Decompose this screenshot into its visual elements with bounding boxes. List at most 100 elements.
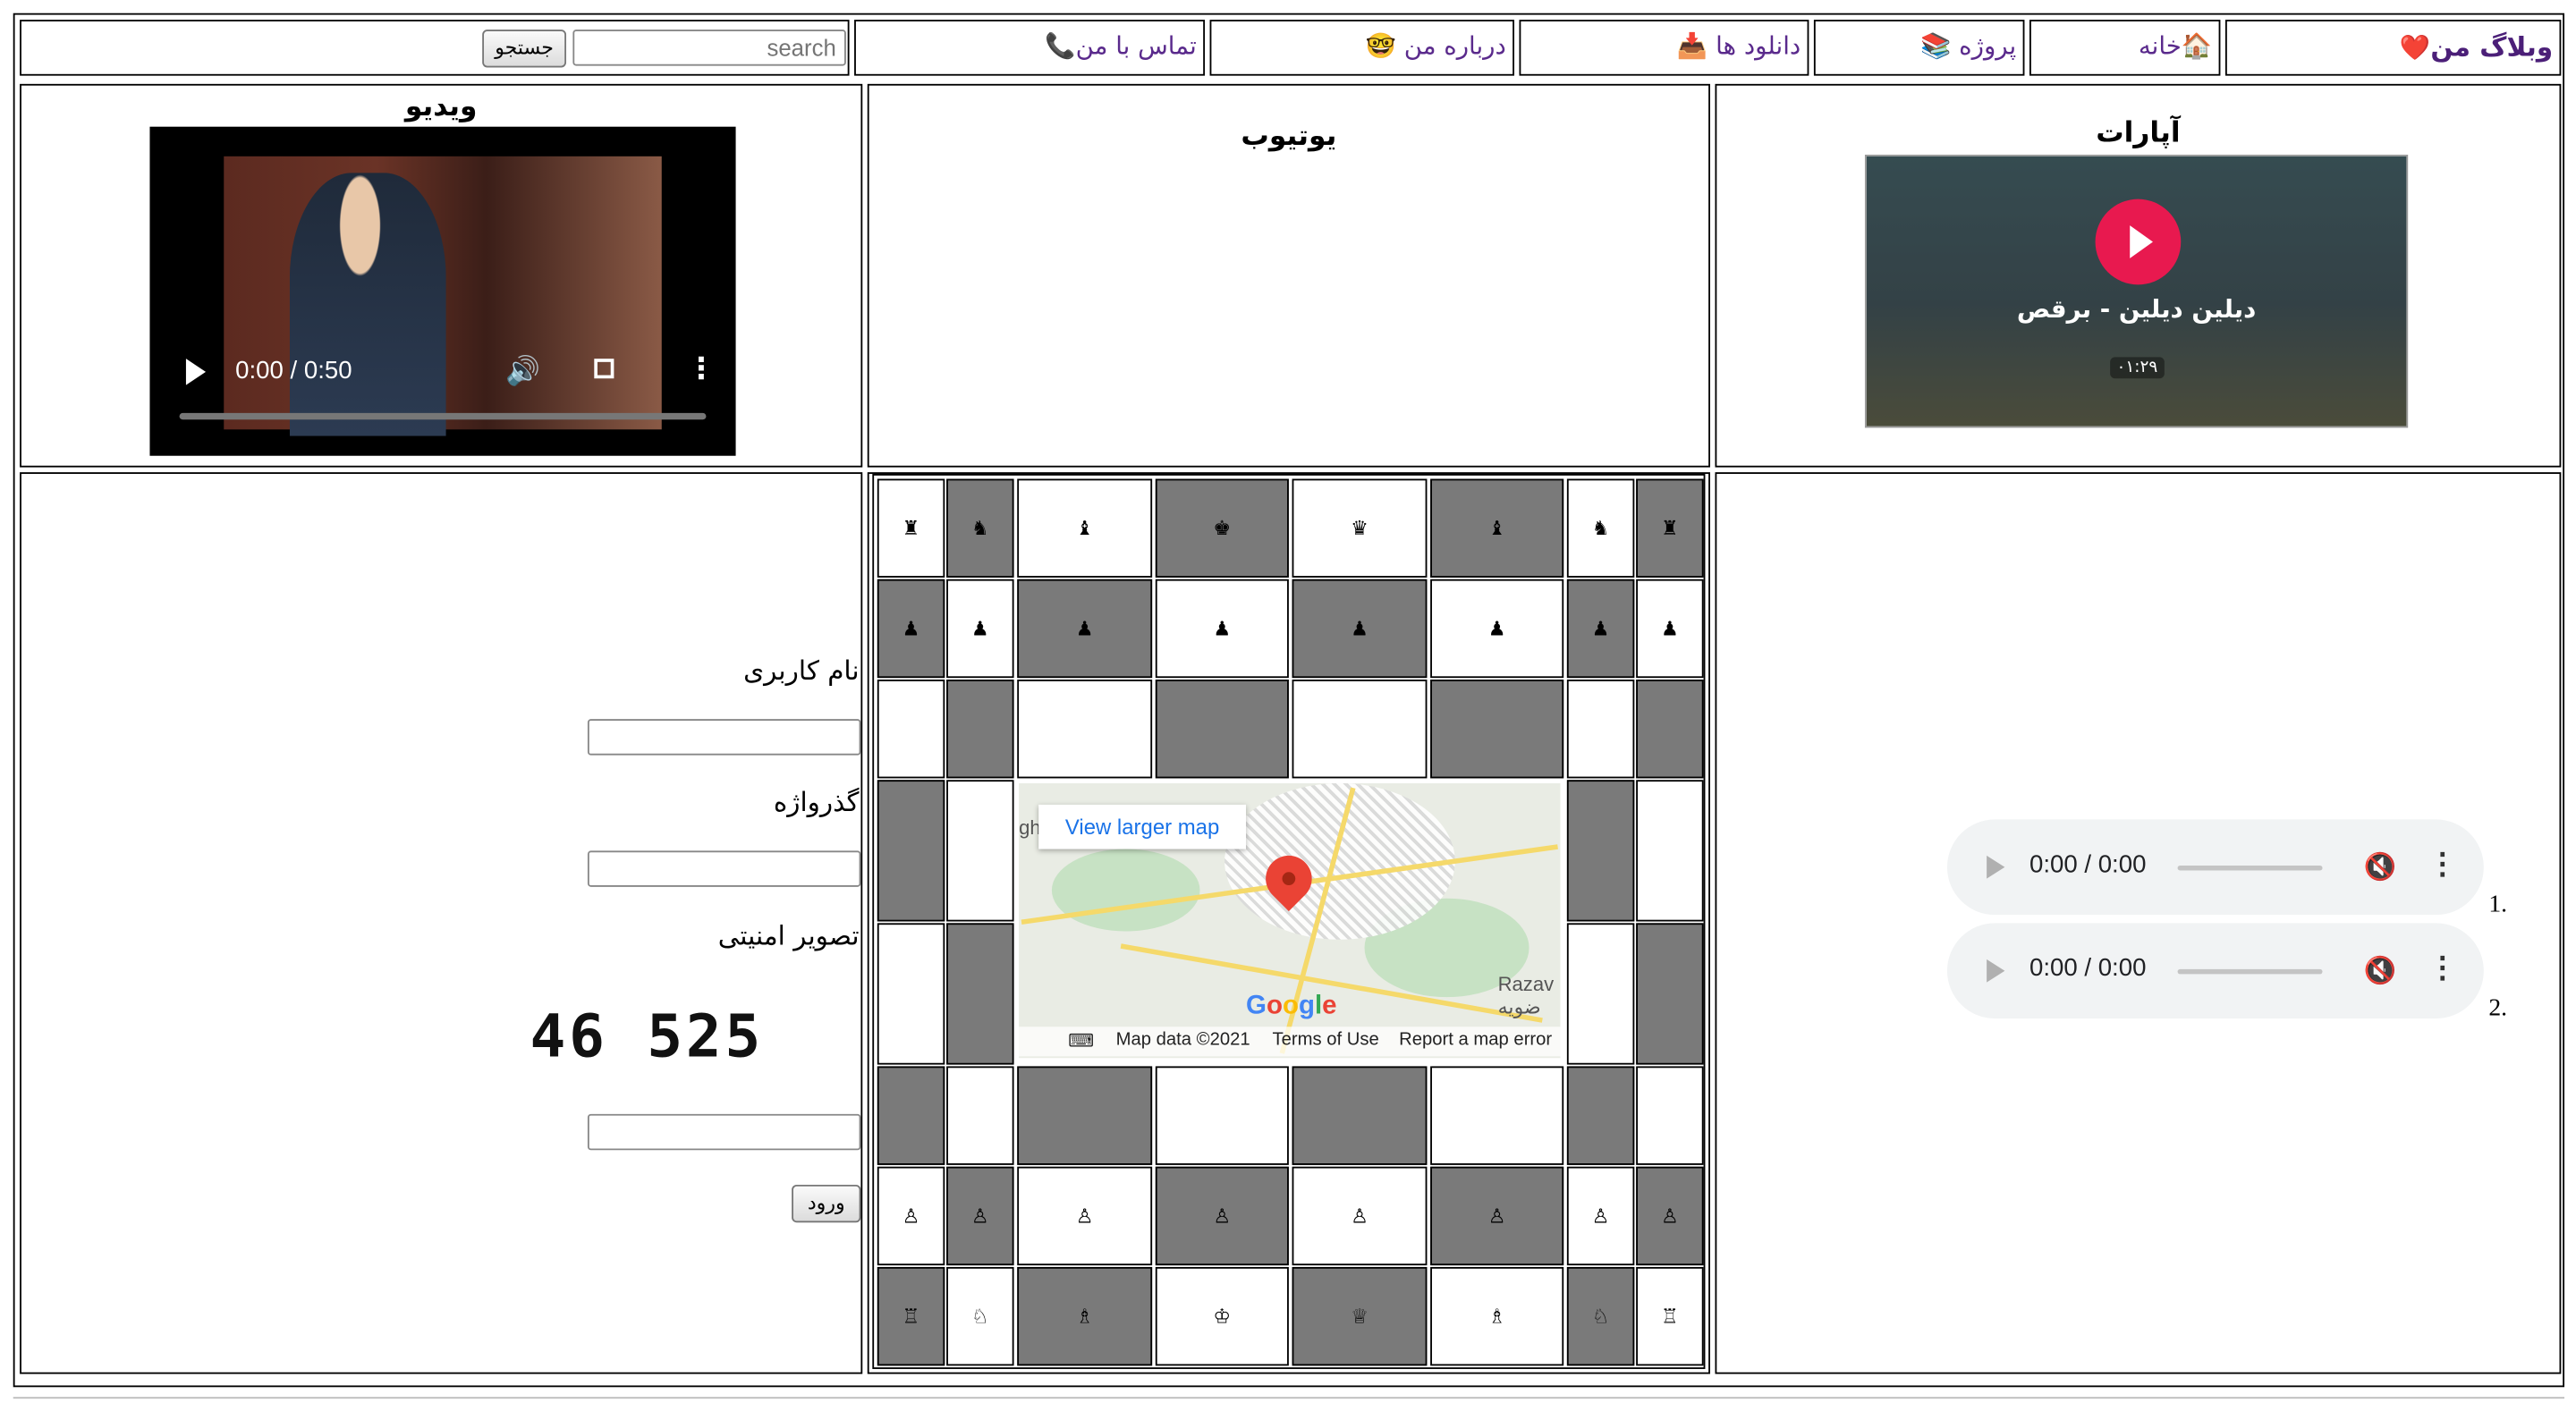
volume-icon[interactable]: 🔊 <box>505 355 540 388</box>
chess-square[interactable]: ♙ <box>1017 1166 1153 1266</box>
more-icon[interactable]: ⋮ <box>2428 951 2457 986</box>
chess-square[interactable] <box>1292 1066 1428 1165</box>
report-link[interactable]: Report a map error <box>1399 1030 1552 1050</box>
chess-square[interactable] <box>1430 1066 1564 1165</box>
search-button[interactable]: جستجو <box>482 30 567 68</box>
search-input[interactable] <box>572 30 846 66</box>
nav-item-downloads[interactable]: دانلود ها 📥 <box>1519 20 1809 76</box>
username-field[interactable] <box>587 719 861 756</box>
chess-square[interactable]: ♛ <box>1292 478 1428 578</box>
submit-button[interactable]: ورود <box>792 1184 861 1223</box>
chess-square[interactable]: ♟ <box>1566 579 1635 679</box>
chess-square[interactable] <box>946 780 1014 922</box>
play-icon[interactable] <box>1987 959 2005 983</box>
volume-icon[interactable]: 🔇 <box>2364 954 2397 987</box>
chess-square[interactable] <box>1636 1066 1704 1165</box>
volume-icon[interactable]: 🔇 <box>2364 850 2397 883</box>
chess-square[interactable] <box>946 680 1014 779</box>
chess-square[interactable]: ♙ <box>1292 1166 1428 1266</box>
chess-square[interactable]: ♙ <box>877 1166 945 1266</box>
list-number: 1. <box>2488 891 2508 918</box>
audio-player-2[interactable]: 0:00 / 0:00 🔇 ⋮ <box>1946 923 2484 1019</box>
captcha-field[interactable] <box>587 1113 861 1151</box>
chess-square[interactable] <box>1566 680 1635 779</box>
keyboard-icon[interactable]: ⌨ <box>1068 1030 1094 1052</box>
chess-square[interactable] <box>1430 680 1564 779</box>
chess-square[interactable] <box>1636 780 1704 922</box>
chess-square[interactable]: ♞ <box>946 478 1014 578</box>
chess-square[interactable]: ♟ <box>1155 579 1289 679</box>
chess-square[interactable]: ♖ <box>1636 1266 1704 1366</box>
chess-square[interactable] <box>1155 1066 1289 1165</box>
chess-square[interactable]: ♜ <box>877 478 945 578</box>
chess-square[interactable]: ♖ <box>877 1266 945 1366</box>
nav-item-home[interactable]: 🏠خانه <box>2029 20 2221 76</box>
chess-square[interactable]: ♜ <box>1636 478 1704 578</box>
audio-progress-bar[interactable] <box>2177 968 2323 975</box>
chess-square[interactable] <box>877 780 945 922</box>
fullscreen-icon[interactable] <box>594 359 614 379</box>
play-icon[interactable] <box>1987 855 2005 879</box>
chess-square[interactable] <box>877 680 945 779</box>
chess-square[interactable] <box>1636 680 1704 779</box>
nav-link-home[interactable]: خانه <box>2139 31 2182 61</box>
chess-square[interactable] <box>1292 680 1428 779</box>
chess-square[interactable] <box>1017 680 1153 779</box>
captcha-label: تصویر امنیتی <box>717 919 860 951</box>
audio-progress-bar[interactable] <box>2177 865 2323 871</box>
password-label: گذرواژه <box>773 786 860 818</box>
divider <box>13 1397 2565 1399</box>
nav-link-project[interactable]: پروژه <box>1959 31 2016 61</box>
chess-square[interactable]: ♝ <box>1430 478 1564 578</box>
play-icon[interactable] <box>185 359 207 385</box>
nav-link-contact[interactable]: تماس با من <box>1076 31 1197 61</box>
chess-square[interactable]: ♞ <box>1566 478 1635 578</box>
chess-square[interactable]: ♗ <box>1430 1266 1564 1366</box>
chess-square[interactable] <box>1017 1066 1153 1165</box>
chess-square[interactable] <box>1636 923 1704 1065</box>
password-field[interactable] <box>587 850 861 887</box>
chess-square[interactable]: ♙ <box>1566 1166 1635 1266</box>
terms-link[interactable]: Terms of Use <box>1272 1030 1378 1050</box>
chess-square[interactable]: ♘ <box>946 1266 1014 1366</box>
chess-square[interactable]: ♙ <box>1636 1166 1704 1266</box>
more-icon[interactable]: ⋮ <box>2428 848 2457 883</box>
chess-square[interactable] <box>877 1066 945 1165</box>
chess-square[interactable] <box>1155 680 1289 779</box>
chess-square[interactable]: ♟ <box>1430 579 1564 679</box>
chess-square[interactable]: ♙ <box>946 1166 1014 1266</box>
chess-square[interactable]: ♚ <box>1155 478 1289 578</box>
nav-item-contact[interactable]: تماس با من📞 <box>854 20 1206 76</box>
logo-text: وبلاگ من <box>2430 30 2554 63</box>
view-larger-map-link[interactable]: View larger map <box>1038 804 1247 849</box>
chess-square[interactable]: ♕ <box>1292 1266 1428 1366</box>
chess-square[interactable] <box>946 1066 1014 1165</box>
list-number: 2. <box>2488 995 2508 1022</box>
chess-square[interactable]: ♟ <box>1017 579 1153 679</box>
chess-square[interactable]: ♙ <box>1430 1166 1564 1266</box>
aparat-player[interactable]: دیلین دیلین - برقص ۰۱:۲۹ <box>1864 154 2409 428</box>
chess-square[interactable] <box>1566 923 1635 1065</box>
chess-square[interactable]: ♗ <box>1017 1266 1153 1366</box>
chess-square[interactable]: ♟ <box>877 579 945 679</box>
chess-square[interactable]: ♔ <box>1155 1266 1289 1366</box>
video-progress-bar[interactable] <box>179 412 707 420</box>
nav-item-project[interactable]: پروژه 📚 <box>1813 20 2025 76</box>
nav-link-downloads[interactable]: دانلود ها <box>1716 31 1801 61</box>
chess-square[interactable] <box>877 923 945 1065</box>
chess-square[interactable]: ♘ <box>1566 1266 1635 1366</box>
chess-square[interactable]: ♙ <box>1155 1166 1289 1266</box>
chess-square[interactable]: ♟ <box>946 579 1014 679</box>
play-icon[interactable] <box>2095 199 2182 285</box>
video-player[interactable]: 0:00 / 0:50 🔊 ⋮ <box>149 126 736 456</box>
more-icon[interactable]: ⋮ <box>686 352 716 387</box>
chess-square[interactable]: ♝ <box>1017 478 1153 578</box>
chess-square[interactable] <box>1566 1066 1635 1165</box>
nav-link-about[interactable]: درباره من <box>1404 31 1506 61</box>
audio-player-1[interactable]: 0:00 / 0:00 🔇 ⋮ <box>1946 819 2484 916</box>
nav-item-about[interactable]: درباره من 🤓 <box>1209 20 1514 76</box>
chess-square[interactable]: ♟ <box>1636 579 1704 679</box>
chess-square[interactable] <box>946 923 1014 1065</box>
chess-square[interactable] <box>1566 780 1635 922</box>
chess-square[interactable]: ♟ <box>1292 579 1428 679</box>
